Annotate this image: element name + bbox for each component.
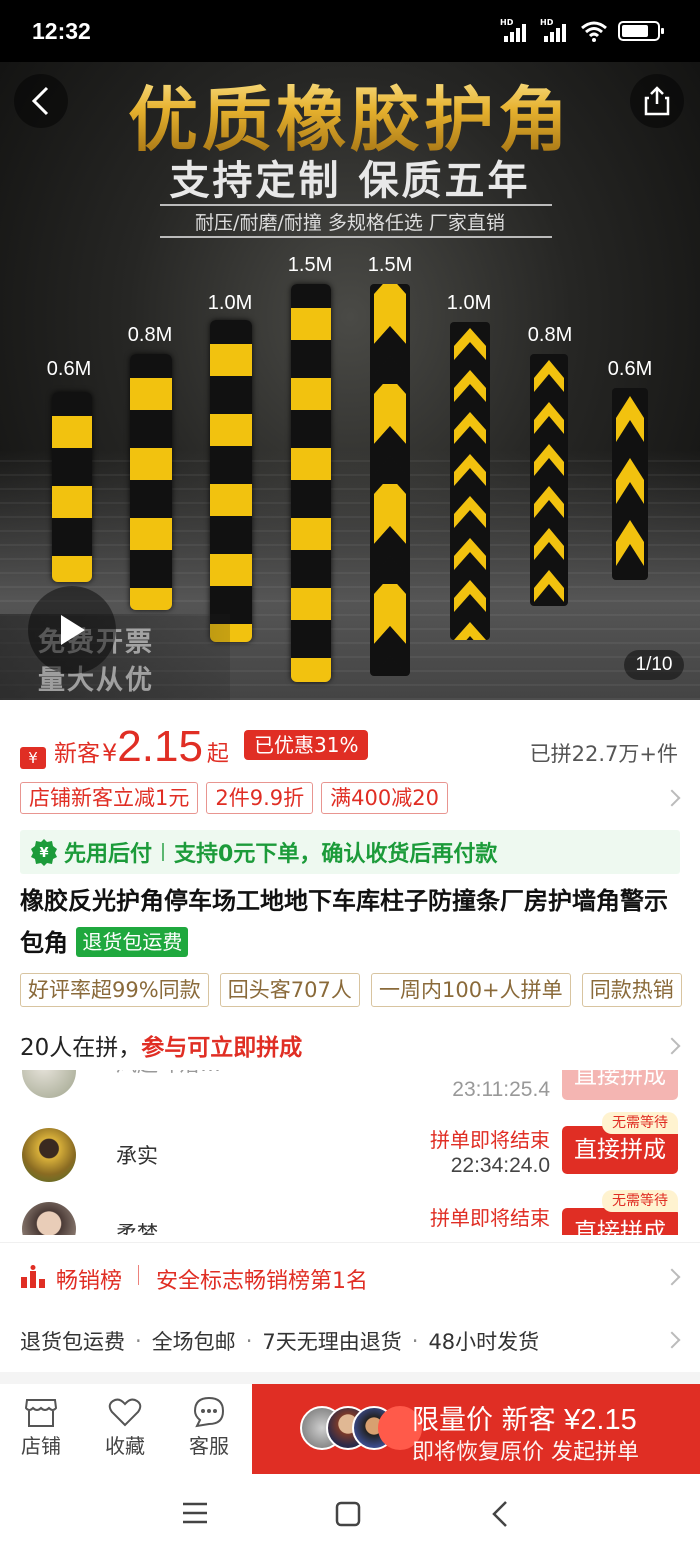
battery-icon xyxy=(618,21,664,41)
group-timer: 22:34:24.0 xyxy=(450,1154,550,1177)
product-image-carousel[interactable]: 优质橡胶护角 支持定制 保质五年 耐压/耐磨/耐撞 多规格任选 厂家直销 0.6… xyxy=(0,62,700,700)
shop-icon xyxy=(24,1399,58,1427)
clock: 12:32 xyxy=(32,18,91,44)
corner-guard-image xyxy=(530,354,568,606)
group-user-name: 风起叶落… xyxy=(116,1070,221,1078)
bestseller-rank[interactable]: 畅销榜 安全标志畅销榜第1名 xyxy=(0,1242,700,1308)
corner-guard-image xyxy=(370,284,410,676)
corner-guard-image xyxy=(291,284,331,682)
group-timer: 23:11:25.4 xyxy=(452,1078,550,1101)
new-customer-label: 新客 xyxy=(54,741,100,767)
chevron-right-icon xyxy=(663,1268,681,1286)
hero-subtitle: 支持定制 保质五年 xyxy=(169,158,531,204)
heart-icon xyxy=(108,1398,142,1427)
group-user-name: 柔梦 xyxy=(116,1222,158,1235)
avatar xyxy=(22,1202,76,1235)
list-item: 风起叶落… 23:11:25.4 直接拼成 xyxy=(0,1070,700,1106)
coupon-list[interactable]: 店铺新客立减1元 2件9.9折 满400减20 xyxy=(20,782,448,814)
pay-later-title: 先用后付 xyxy=(64,842,153,867)
post-length-label: 1.5M xyxy=(367,254,413,276)
group-status: 拼单即将结束 xyxy=(430,1206,550,1230)
no-wait-badge: 无需等待 xyxy=(602,1112,678,1134)
menu-icon[interactable] xyxy=(182,1502,208,1524)
coupon-tag[interactable]: 满400减20 xyxy=(321,782,448,814)
group-user-name: 承实 xyxy=(116,1144,158,1168)
pay-later-icon: ¥ xyxy=(31,839,57,866)
pay-later-desc: 支持0元下单，确认收货后再付款 xyxy=(174,842,498,867)
join-group-button[interactable]: 直接拼成 xyxy=(562,1070,678,1100)
chevron-right-icon[interactable] xyxy=(663,789,681,807)
coupon-tag[interactable]: 店铺新客立减1元 xyxy=(20,782,199,814)
product-tag: 同款热销 xyxy=(581,973,682,1007)
signal-icon: HD xyxy=(500,18,530,42)
signal-icon: HD xyxy=(540,18,570,42)
group-buy-list[interactable]: 风起叶落… 23:11:25.4 直接拼成 承实 拼单即将结束 22:34:24… xyxy=(0,1070,700,1235)
group-buy-button[interactable]: 限量价 新客 ¥2.15 即将恢复原价 发起拼单 xyxy=(252,1384,700,1474)
customer-service-button[interactable]: 客服 xyxy=(174,1396,244,1459)
yen-icon: ¥ xyxy=(20,747,46,769)
product-tag: 好评率超99%同款 xyxy=(20,973,209,1007)
hero-features: 耐压/耐磨/耐撞 多规格任选 厂家直销 xyxy=(195,212,505,234)
product-title: 橡胶反光护角停车场工地地下车库柱子防撞条厂房护墙角警示包角 退货包运费 xyxy=(20,887,668,957)
back-button[interactable] xyxy=(14,74,68,128)
join-group-button[interactable]: 直接拼成 xyxy=(562,1208,678,1235)
product-tag: 回头客707人 xyxy=(219,973,360,1007)
group-buy-header[interactable]: 20人在拼，参与可立即拼成 xyxy=(20,1028,302,1062)
post-length-label: 0.8M xyxy=(527,324,573,346)
avatar xyxy=(22,1070,76,1098)
share-button[interactable] xyxy=(630,74,684,128)
corner-guard-image xyxy=(210,320,252,642)
chevron-left-icon xyxy=(31,86,49,116)
list-item: 承实 拼单即将结束 22:34:24.0 直接拼成 无需等待 xyxy=(0,1112,700,1186)
group-status: 拼单即将结束 xyxy=(430,1128,550,1152)
chevron-right-icon[interactable] xyxy=(663,1331,681,1349)
service-item: 48小时发货 xyxy=(428,1330,540,1354)
list-item: 柔梦 拼单即将结束 直接拼成 无需等待 xyxy=(0,1190,700,1235)
play-icon xyxy=(61,615,85,645)
product-tags: 好评率超99%同款 回头客707人 一周内100+人拼单 同款热销 xyxy=(20,973,700,1011)
product-tag: 一周内100+人拼单 xyxy=(370,973,571,1007)
post-length-label: 1.0M xyxy=(207,292,253,314)
post-length-label: 0.6M xyxy=(607,358,653,380)
pay-later-banner[interactable]: ¥ 先用后付 支持0元下单，确认收货后再付款 xyxy=(20,830,680,874)
service-item: 全场包邮 xyxy=(151,1330,236,1354)
back-icon[interactable] xyxy=(490,1500,510,1528)
image-counter: 1/10 xyxy=(624,650,684,680)
return-shipping-badge: 退货包运费 xyxy=(76,927,189,957)
favorite-button[interactable]: 收藏 xyxy=(90,1396,160,1459)
system-nav-bar xyxy=(0,1474,700,1555)
chevron-right-icon[interactable] xyxy=(663,1037,681,1055)
post-length-label: 0.8M xyxy=(127,324,173,346)
post-length-label: 0.6M xyxy=(46,358,92,380)
status-bar: 12:32 HD HD xyxy=(0,0,700,62)
bottom-action-bar: 店铺 收藏 客服 限量价 新客 ¥2.15 即将恢复原价 发起拼单 xyxy=(0,1384,700,1474)
rank-label: 畅销榜 xyxy=(56,1269,123,1294)
price-section: ¥ 新客 ¥ 2.15 起 已优惠31% 已拼22.7万+件 店铺新客立减1元 … xyxy=(0,700,700,830)
corner-guard-image xyxy=(130,354,172,610)
sold-count: 已拼22.7万+件 xyxy=(529,742,678,766)
chat-icon xyxy=(193,1396,225,1428)
post-length-label: 1.5M xyxy=(287,254,333,276)
rank-detail: 安全标志畅销榜第1名 xyxy=(156,1269,368,1294)
home-icon[interactable] xyxy=(335,1501,361,1527)
corner-guard-image xyxy=(612,388,648,580)
share-icon xyxy=(644,86,670,116)
play-video-button[interactable] xyxy=(28,586,116,674)
svg-text:¥: ¥ xyxy=(39,846,48,861)
service-guarantees[interactable]: 退货包运费 · 全场包邮 · 7天无理由退货 · 48小时发货 xyxy=(20,1326,539,1356)
post-length-label: 1.0M xyxy=(446,292,492,314)
corner-guard-image xyxy=(450,322,490,640)
wifi-icon xyxy=(581,21,607,42)
corner-guard-image xyxy=(52,392,92,582)
price-amount: 2.15 xyxy=(117,722,203,771)
service-item: 退货包运费 xyxy=(20,1330,125,1354)
avatar xyxy=(22,1128,76,1182)
ranking-icon xyxy=(21,1265,45,1288)
no-wait-badge: 无需等待 xyxy=(602,1190,678,1212)
coupon-tag[interactable]: 2件9.9折 xyxy=(206,782,314,814)
service-item: 7天无理由退货 xyxy=(262,1330,402,1354)
discount-badge: 已优惠31% xyxy=(244,730,369,760)
shop-button[interactable]: 店铺 xyxy=(6,1396,76,1459)
